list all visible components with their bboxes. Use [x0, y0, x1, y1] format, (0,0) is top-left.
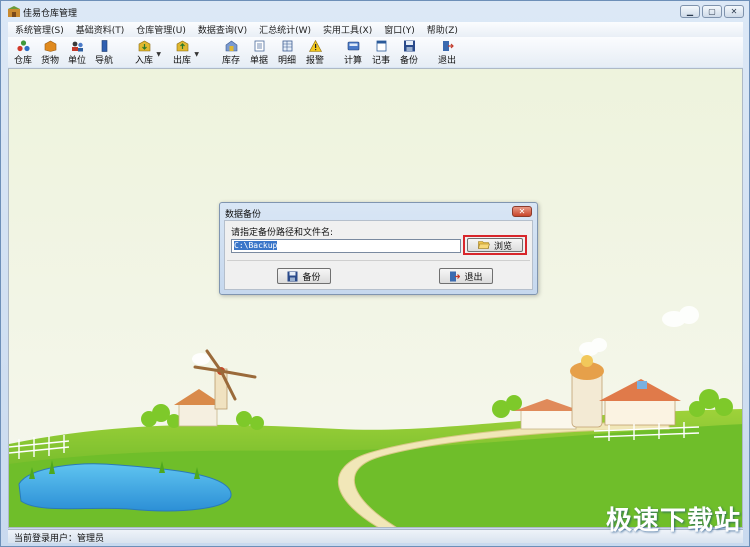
toolbar-goods-button[interactable]: 货物 — [41, 39, 59, 66]
documents-icon — [252, 39, 266, 52]
dialog-close-button[interactable]: ✕ — [512, 206, 532, 217]
exit-door-icon — [450, 271, 461, 281]
restore-icon: ▢ — [708, 6, 716, 16]
browse-label: 浏览 — [493, 241, 512, 252]
stock-icon — [224, 39, 238, 52]
toolbar-documents-button[interactable]: 单据 — [250, 39, 268, 66]
menu-bar: 系统管理(S) 基础资料(T) 仓库管理(U) 数据查询(V) 汇总统计(W) … — [8, 22, 743, 37]
menu-warehouse[interactable]: 仓库管理(U) — [129, 23, 191, 36]
toolbar: 仓库 货物 单位 导航 入库 ▼ 出库 ▼ 库存 单据 明细 报警 计算 记事 … — [8, 37, 743, 67]
maximize-button[interactable]: ▢ — [702, 5, 722, 18]
dialog-separator — [227, 260, 530, 261]
dialog-title: 数据备份 — [225, 210, 262, 220]
warehouse-icon — [16, 39, 30, 52]
backup-label: 备份 — [302, 272, 321, 283]
menu-query[interactable]: 数据查询(V) — [191, 23, 252, 36]
toolbar-stock-button[interactable]: 库存 — [222, 39, 240, 66]
menu-system[interactable]: 系统管理(S) — [8, 23, 69, 36]
toolbar-calc-button[interactable]: 计算 — [344, 39, 362, 66]
toolbar-inbound-button[interactable]: 入库 ▼ — [135, 39, 161, 66]
menu-statistics[interactable]: 汇总统计(W) — [252, 23, 316, 36]
browse-button[interactable]: 浏览 — [467, 238, 523, 252]
outbound-icon — [175, 39, 189, 52]
exit-door-icon — [440, 39, 454, 52]
close-window-button[interactable]: ✕ — [724, 5, 744, 18]
exit-label: 退出 — [464, 272, 483, 283]
toolbar-exit-button[interactable]: 退出 — [438, 39, 456, 66]
minimize-button[interactable]: ▁ — [680, 5, 700, 18]
backup-path-input[interactable]: C:\Backup — [231, 239, 461, 253]
app-window: 佳易仓库管理 ▁ ▢ ✕ 系统管理(S) 基础资料(T) 仓库管理(U) 数据查… — [0, 0, 750, 547]
toolbar-warehouse-button[interactable]: 仓库 — [14, 39, 32, 66]
app-icon — [8, 6, 20, 17]
calculator-icon — [346, 39, 360, 52]
menu-tools[interactable]: 实用工具(X) — [316, 23, 377, 36]
menu-basic-data[interactable]: 基础资料(T) — [69, 23, 130, 36]
minimize-icon: ▁ — [686, 6, 694, 16]
current-user-status: 当前登录用户：管理员 — [14, 534, 105, 544]
toolbar-backup-button[interactable]: 备份 — [400, 39, 418, 66]
backup-path-value: C:\Backup — [234, 241, 278, 250]
folder-open-icon — [478, 241, 490, 249]
warning-icon — [308, 39, 322, 52]
backup-dialog: 数据备份 ✕ 请指定备份路径和文件名: C:\Backup 浏览 备份 退出 — [219, 202, 538, 295]
floppy-disk-icon — [402, 39, 416, 52]
exit-button[interactable]: 退出 — [439, 268, 493, 284]
inbound-dropdown-icon[interactable]: ▼ — [156, 51, 161, 58]
toolbar-outbound-button[interactable]: 出库 ▼ — [173, 39, 199, 66]
inbound-icon — [137, 39, 151, 52]
main-content-area: 数据备份 ✕ 请指定备份路径和文件名: C:\Backup 浏览 备份 退出 — [8, 68, 743, 528]
background-illustration — [9, 69, 742, 527]
toolbar-alarm-button[interactable]: 报警 — [306, 39, 324, 66]
dialog-body: 请指定备份路径和文件名: C:\Backup 浏览 备份 退出 — [224, 220, 533, 290]
watermark-logo: 极速下载站 — [605, 506, 741, 536]
title-bar: 佳易仓库管理 ▁ ▢ ✕ — [1, 1, 749, 22]
notepad-icon — [374, 39, 388, 52]
menu-window[interactable]: 窗口(Y) — [377, 23, 420, 36]
toolbar-notes-button[interactable]: 记事 — [372, 39, 390, 66]
toolbar-unit-button[interactable]: 单位 — [68, 39, 86, 66]
toolbar-detail-button[interactable]: 明细 — [278, 39, 296, 66]
path-prompt-label: 请指定备份路径和文件名: — [231, 228, 334, 238]
detail-icon — [280, 39, 294, 52]
unit-icon — [70, 39, 84, 52]
toolbar-nav-button[interactable]: 导航 — [95, 39, 113, 66]
outbound-dropdown-icon[interactable]: ▼ — [194, 51, 199, 58]
goods-icon — [43, 39, 57, 52]
browse-highlight: 浏览 — [463, 235, 527, 255]
backup-button[interactable]: 备份 — [277, 268, 331, 284]
menu-help[interactable]: 帮助(Z) — [420, 23, 463, 36]
window-title: 佳易仓库管理 — [23, 9, 78, 19]
close-icon: ✕ — [518, 206, 526, 216]
navigation-icon — [97, 39, 111, 52]
floppy-disk-icon — [287, 271, 298, 281]
close-icon: ✕ — [730, 6, 738, 16]
